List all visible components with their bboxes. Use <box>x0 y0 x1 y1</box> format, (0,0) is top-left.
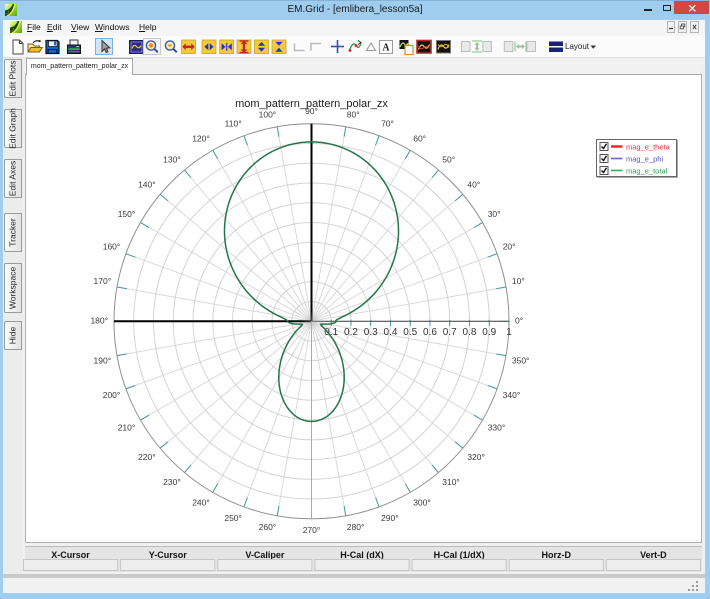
svg-text:140°: 140° <box>138 180 156 190</box>
svg-text:110°: 110° <box>225 119 242 129</box>
svg-text:200°: 200° <box>103 390 121 400</box>
svg-text:mag_e_theta: mag_e_theta <box>626 143 671 152</box>
svg-text:280°: 280° <box>347 522 365 532</box>
svg-text:290°: 290° <box>381 513 399 523</box>
svg-text:10°: 10° <box>512 276 525 286</box>
svg-text:270°: 270° <box>303 525 321 535</box>
svg-text:300°: 300° <box>413 498 431 508</box>
svg-text:160°: 160° <box>103 241 121 251</box>
svg-text:mag_e_total: mag_e_total <box>626 167 668 176</box>
svg-text:0.4: 0.4 <box>384 327 398 338</box>
svg-text:0.2: 0.2 <box>344 327 358 338</box>
svg-text:150°: 150° <box>118 209 136 219</box>
svg-text:30°: 30° <box>488 209 501 219</box>
svg-text:340°: 340° <box>503 390 521 400</box>
svg-text:1: 1 <box>506 327 512 338</box>
svg-text:0°: 0° <box>515 316 523 326</box>
svg-text:260°: 260° <box>259 522 277 532</box>
svg-text:100°: 100° <box>259 109 277 119</box>
svg-text:60°: 60° <box>413 134 426 144</box>
svg-text:0.3: 0.3 <box>364 327 378 338</box>
svg-text:70°: 70° <box>381 119 394 129</box>
svg-text:310°: 310° <box>442 477 460 487</box>
svg-text:0.6: 0.6 <box>423 327 437 338</box>
svg-text:20°: 20° <box>503 241 516 251</box>
svg-text:0.5: 0.5 <box>403 327 417 338</box>
svg-text:50°: 50° <box>442 154 455 164</box>
svg-text:0.7: 0.7 <box>443 327 457 338</box>
svg-text:mag_e_phi: mag_e_phi <box>626 155 663 164</box>
svg-text:350°: 350° <box>512 355 530 365</box>
svg-text:120°: 120° <box>192 134 210 144</box>
svg-text:40°: 40° <box>467 180 480 190</box>
svg-text:320°: 320° <box>467 452 485 462</box>
svg-text:80°: 80° <box>347 109 360 119</box>
svg-text:330°: 330° <box>488 422 506 432</box>
svg-text:190°: 190° <box>94 355 112 365</box>
svg-text:210°: 210° <box>118 422 136 432</box>
svg-text:220°: 220° <box>138 452 156 462</box>
svg-text:130°: 130° <box>163 154 181 164</box>
svg-text:90°: 90° <box>305 106 318 116</box>
svg-text:0.8: 0.8 <box>463 327 477 338</box>
svg-text:170°: 170° <box>94 276 112 286</box>
svg-text:0.9: 0.9 <box>482 327 496 338</box>
svg-text:180°: 180° <box>90 316 108 326</box>
svg-text:240°: 240° <box>192 498 210 508</box>
svg-text:250°: 250° <box>224 513 242 523</box>
svg-text:230°: 230° <box>163 477 181 487</box>
